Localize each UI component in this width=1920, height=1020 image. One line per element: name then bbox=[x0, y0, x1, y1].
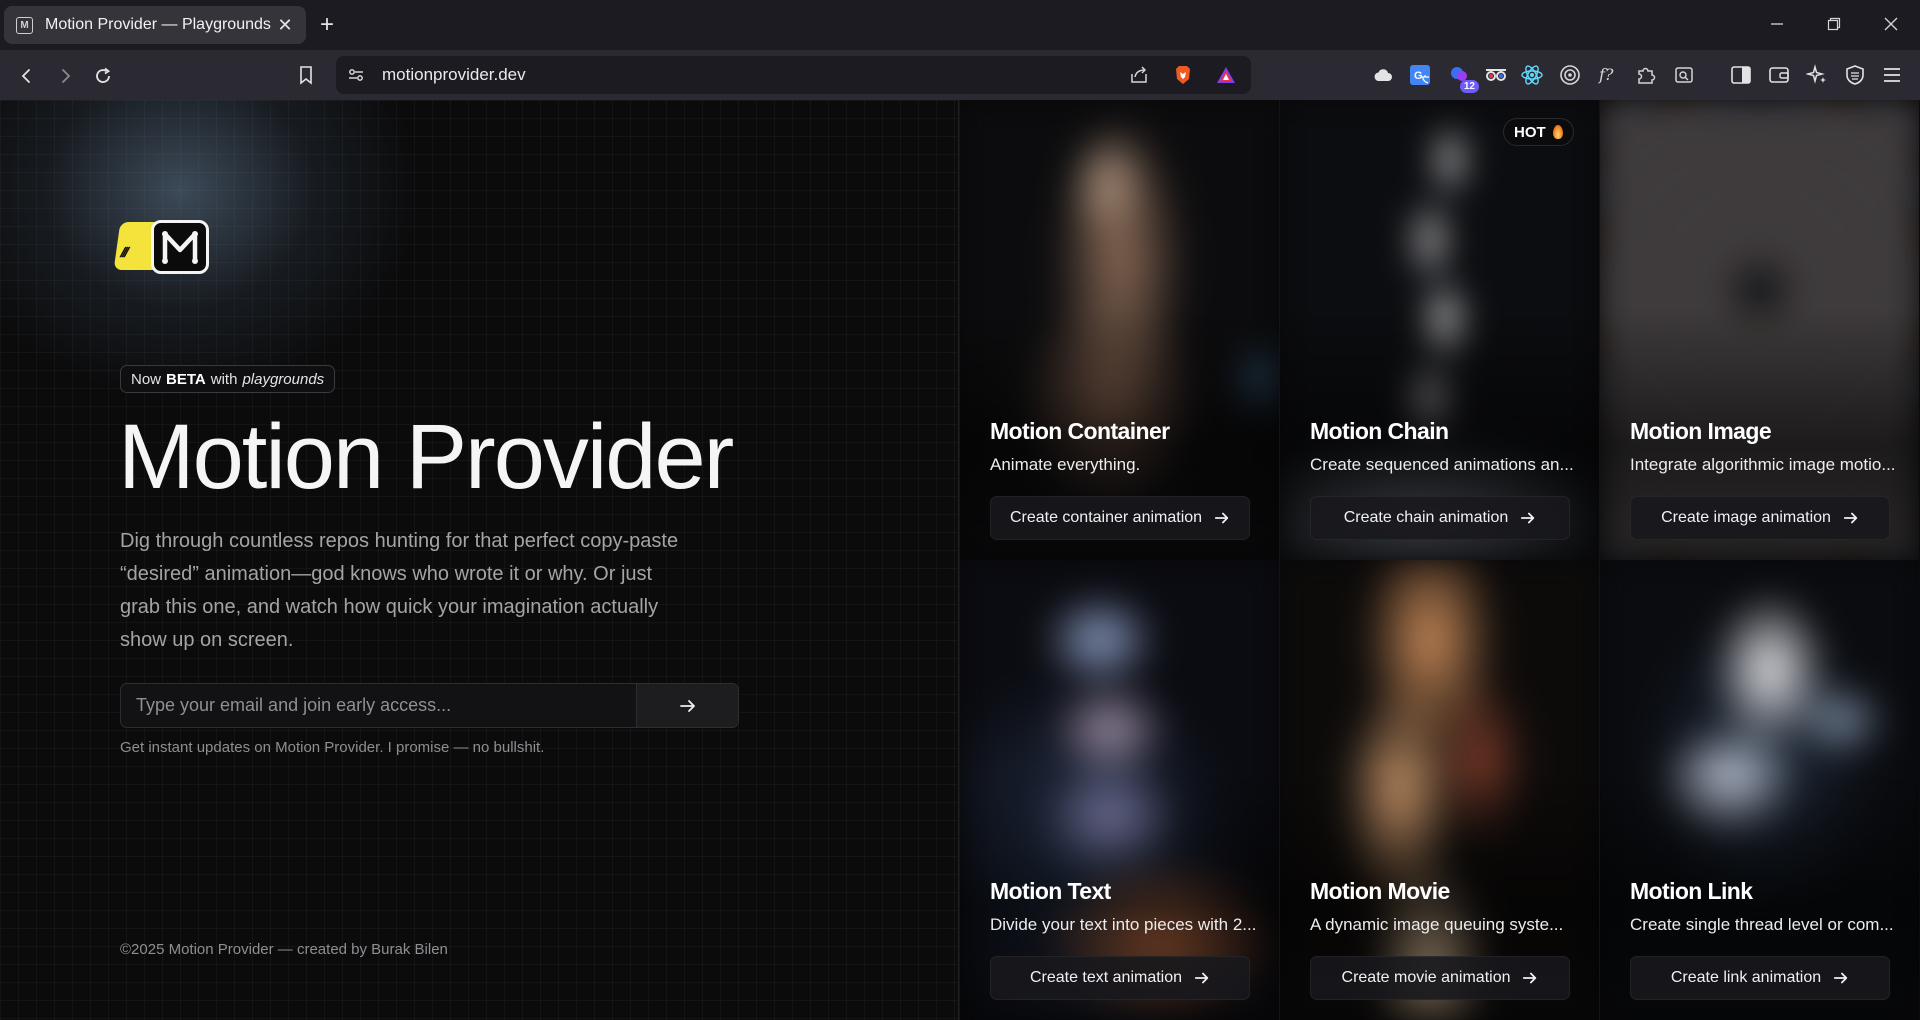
site-settings-icon[interactable] bbox=[346, 65, 366, 85]
card-description: Create sequenced animations an... bbox=[1310, 455, 1574, 474]
arrow-right-icon bbox=[1214, 512, 1229, 524]
card-motion-container[interactable]: Motion Container Animate everything. Cre… bbox=[959, 100, 1279, 560]
address-bar[interactable]: motionprovider.dev bbox=[336, 56, 1251, 94]
card-button-label: Create container animation bbox=[1009, 509, 1203, 526]
card-button-label: Create text animation bbox=[1029, 969, 1183, 986]
form-note: Get instant updates on Motion Provider. … bbox=[120, 739, 545, 756]
card-title: Motion Image bbox=[1630, 418, 1772, 444]
arrow-right-icon bbox=[1194, 972, 1209, 984]
beta-badge: Now BETA with playgrounds bbox=[120, 365, 336, 393]
brave-rewards-icon[interactable] bbox=[1215, 64, 1237, 86]
create-movie-animation-button[interactable]: Create movie animation bbox=[1310, 956, 1570, 1000]
window-restore-button[interactable] bbox=[1819, 12, 1849, 36]
card-title: Motion Container bbox=[990, 418, 1170, 444]
translate-icon[interactable]: G bbox=[1408, 63, 1432, 87]
react-icon[interactable] bbox=[1520, 63, 1544, 87]
arrow-right-icon bbox=[1843, 512, 1858, 524]
motion-provider-favicon-icon: M bbox=[16, 16, 33, 34]
card-button-label: Create image animation bbox=[1661, 509, 1831, 526]
email-submit-button[interactable] bbox=[636, 684, 738, 727]
page-title: Motion Provider bbox=[118, 406, 734, 508]
glasses-icon[interactable] bbox=[1484, 63, 1508, 87]
motion-provider-logo: /// bbox=[113, 220, 209, 275]
reader-icon[interactable] bbox=[1672, 63, 1696, 87]
card-description: Integrate algorithmic image motio... bbox=[1630, 455, 1896, 474]
function-icon[interactable]: f? bbox=[1596, 63, 1620, 87]
arrow-right-icon bbox=[1834, 972, 1848, 984]
create-chain-animation-button[interactable]: Create chain animation bbox=[1310, 496, 1570, 540]
forward-button[interactable] bbox=[52, 63, 78, 89]
svg-text:f?: f? bbox=[1598, 65, 1614, 84]
card-title: Motion Link bbox=[1630, 878, 1753, 904]
create-text-animation-button[interactable]: Create text animation bbox=[990, 956, 1250, 1000]
early-access-form bbox=[120, 683, 739, 728]
card-title: Motion Movie bbox=[1310, 878, 1450, 904]
window-minimize-button[interactable] bbox=[1762, 12, 1792, 36]
fire-icon bbox=[1552, 125, 1563, 139]
beta-badge-prefix: Now bbox=[131, 370, 162, 388]
sidebar-icon[interactable] bbox=[1729, 63, 1753, 87]
leo-ai-icon[interactable] bbox=[1805, 63, 1829, 87]
browser-tab-bar: M Motion Provider — Playgrounds ✕ + bbox=[0, 0, 1920, 50]
card-button-label: Create chain animation bbox=[1343, 509, 1509, 526]
card-description: Divide your text into pieces with 2... bbox=[990, 915, 1257, 934]
email-input[interactable] bbox=[121, 684, 636, 727]
browser-toolbar: motionprovider.dev G 12 f? bbox=[0, 50, 1920, 100]
share-icon[interactable] bbox=[1128, 64, 1150, 86]
tab-title: Motion Provider — Playgrounds bbox=[45, 16, 271, 33]
window-close-button[interactable] bbox=[1876, 12, 1906, 36]
create-container-animation-button[interactable]: Create container animation bbox=[990, 496, 1250, 540]
tab-close-icon[interactable]: ✕ bbox=[276, 15, 294, 36]
wallet-icon[interactable] bbox=[1767, 63, 1791, 87]
logo-m-icon bbox=[151, 220, 209, 274]
card-motion-link[interactable]: Motion Link Create single thread level o… bbox=[1599, 560, 1919, 1020]
cloud-icon[interactable] bbox=[1371, 63, 1395, 87]
extension-badge-count: 12 bbox=[1459, 80, 1479, 93]
arrow-right-icon bbox=[679, 699, 695, 712]
card-description: Create single thread level or com... bbox=[1630, 915, 1894, 934]
puzzle-icon[interactable] bbox=[1634, 63, 1658, 87]
vpn-shield-icon[interactable] bbox=[1843, 63, 1867, 87]
target-icon[interactable] bbox=[1558, 63, 1582, 87]
card-description: Animate everything. bbox=[990, 455, 1141, 474]
hero-description: Dig through countless repos hunting for … bbox=[120, 530, 679, 651]
beta-badge-bold: BETA bbox=[166, 370, 206, 388]
footer-copyright: ©2025 Motion Provider — created by Burak… bbox=[120, 941, 448, 958]
reload-button[interactable] bbox=[90, 63, 116, 89]
card-motion-movie[interactable]: Motion Movie A dynamic image queuing sys… bbox=[1279, 560, 1599, 1020]
beta-badge-italic: playgrounds bbox=[242, 370, 325, 388]
beta-badge-mid: with bbox=[210, 370, 238, 388]
arrow-right-icon bbox=[1521, 512, 1535, 524]
new-tab-button[interactable]: + bbox=[320, 11, 334, 39]
hot-badge-label: HOT bbox=[1514, 123, 1546, 141]
brave-shields-icon[interactable] bbox=[1172, 64, 1194, 86]
svg-text:G: G bbox=[1414, 70, 1423, 82]
page-content: /// Now BETA with playgrounds Motion Pro… bbox=[0, 100, 1920, 1020]
card-button-label: Create movie animation bbox=[1341, 969, 1511, 986]
hot-badge: HOT bbox=[1503, 118, 1574, 146]
browser-tab-active[interactable]: M Motion Provider — Playgrounds ✕ bbox=[4, 6, 306, 44]
card-title: Motion Chain bbox=[1310, 418, 1449, 444]
card-button-label: Create link animation bbox=[1670, 969, 1822, 986]
hero-section: /// Now BETA with playgrounds Motion Pro… bbox=[0, 100, 958, 1020]
card-title: Motion Text bbox=[990, 878, 1111, 904]
extension-badge-icon[interactable]: 12 bbox=[1447, 63, 1479, 93]
menu-icon[interactable] bbox=[1880, 63, 1904, 87]
arrow-right-icon bbox=[1523, 972, 1537, 984]
card-motion-image[interactable]: Motion Image Integrate algorithmic image… bbox=[1599, 100, 1919, 560]
create-image-animation-button[interactable]: Create image animation bbox=[1630, 496, 1890, 540]
card-motion-text[interactable]: Motion Text Divide your text into pieces… bbox=[959, 560, 1279, 1020]
card-motion-chain[interactable]: HOT Motion Chain Create sequenced animat… bbox=[1279, 100, 1599, 560]
url-text[interactable]: motionprovider.dev bbox=[382, 65, 526, 85]
card-description: A dynamic image queuing syste... bbox=[1310, 915, 1564, 934]
back-button[interactable] bbox=[14, 63, 40, 89]
bookmark-icon[interactable] bbox=[294, 63, 320, 89]
create-link-animation-button[interactable]: Create link animation bbox=[1630, 956, 1890, 1000]
